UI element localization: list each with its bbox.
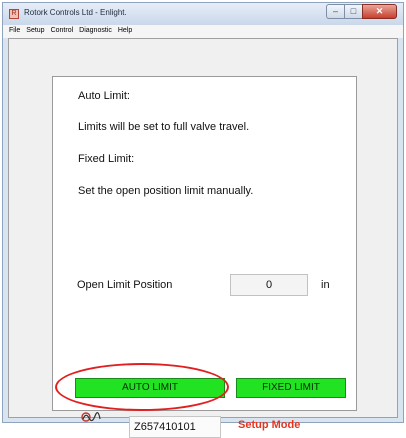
menu-setup[interactable]: Setup [23,25,47,38]
menu-diagnostic[interactable]: Diagnostic [76,25,115,38]
window-controls: – □ ✕ [326,4,397,20]
title-bar[interactable]: R Rotork Controls Ltd - Enlight. – □ ✕ [3,3,403,25]
fixed-limit-heading: Fixed Limit: [78,153,135,165]
app-icon: R [9,9,19,19]
menu-control[interactable]: Control [48,25,77,38]
app-window: R Rotork Controls Ltd - Enlight. – □ ✕ F… [2,2,404,438]
fixed-limit-description: Set the open position limit manually. [78,185,254,197]
open-limit-input[interactable]: 0 [230,274,308,296]
menu-file[interactable]: File [6,25,23,38]
highlight-ellipse [55,363,229,411]
window-title: Rotork Controls Ltd - Enlight. [24,8,127,17]
maximize-button[interactable]: □ [344,4,362,19]
serial-number-field: Z657410101 [129,416,221,438]
open-limit-label: Open Limit Position [77,279,173,291]
minimize-button[interactable]: – [326,4,344,19]
limit-setup-panel: Auto Limit: Limits will be set to full v… [52,76,357,438]
client-area: Auto Limit: Limits will be set to full v… [8,38,398,438]
auto-limit-description: Limits will be set to full valve travel. [78,121,250,133]
open-limit-unit: in [321,279,330,291]
fixed-limit-button[interactable]: FIXED LIMIT [236,378,346,398]
mode-indicator: Setup Mode [238,419,301,431]
signal-wave-icon [81,412,101,422]
menu-bar: File Setup Control Diagnostic Help [3,25,403,38]
close-button[interactable]: ✕ [362,4,397,19]
menu-help[interactable]: Help [115,25,135,38]
auto-limit-heading: Auto Limit: [78,90,130,102]
